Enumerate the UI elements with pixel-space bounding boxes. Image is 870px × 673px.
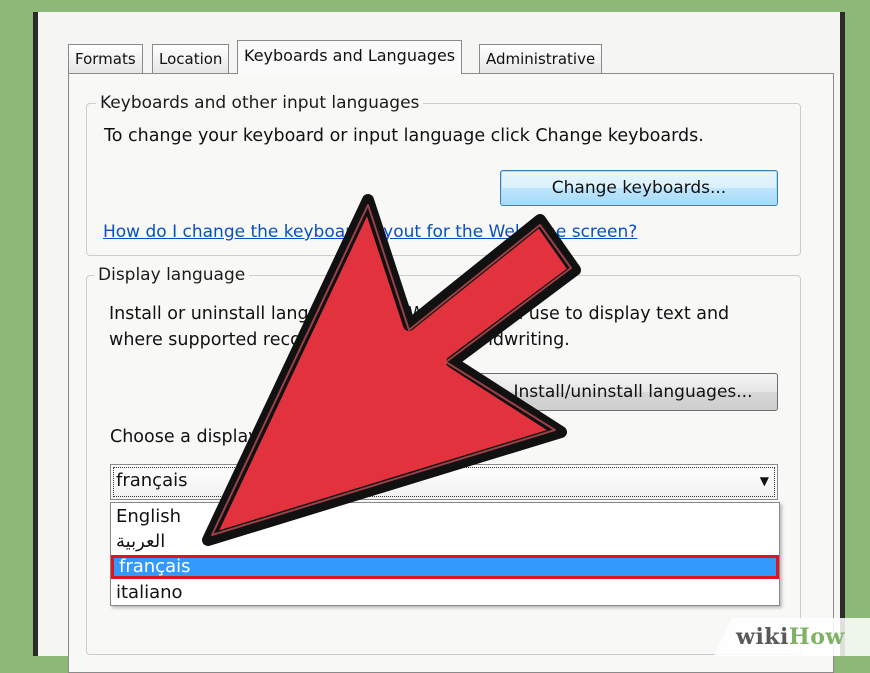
language-install-icon [477,384,493,400]
language-option-francais[interactable]: français [111,555,779,579]
tab-keyboards-and-languages[interactable]: Keyboards and Languages [237,40,463,74]
chevron-down-icon[interactable]: ▼ [760,474,769,488]
language-dropdown-list: English العربية français italiano [110,502,780,606]
combo-focus-rect [113,467,775,497]
display-language-legend: Display language [94,265,250,285]
language-option-italiano[interactable]: italiano [111,581,779,605]
keyboards-description: To change your keyboard or input languag… [104,126,704,146]
language-option-english[interactable]: English [111,505,779,529]
tab-administrative[interactable]: Administrative [479,44,603,73]
display-language-description-2: where supported recognize speech and han… [109,330,570,350]
tab-label: Administrative [486,50,596,68]
selected-language-value: français [116,470,188,491]
wikihow-logo-how: How [788,624,845,650]
tab-label: Location [159,50,223,68]
wikihow-watermark: wikiHow [714,618,870,656]
change-keyboard-help-link[interactable]: How do I change the keyboard layout for … [103,222,637,242]
display-language-description-1: Install or uninstall languages that Wind… [109,304,730,324]
tab-label: Keyboards and Languages [244,46,456,65]
tab-formats[interactable]: Formats [68,44,143,73]
tab-location[interactable]: Location [152,44,230,73]
wikihow-logo: wikiHow [736,624,845,650]
install-uninstall-languages-button[interactable]: Install/uninstall languages... [466,373,778,411]
tab-label: Formats [75,50,136,68]
choose-display-language-label: Choose a display language: [110,427,352,447]
change-keyboards-button[interactable]: Change keyboards... [500,170,778,206]
keyboards-group-legend: Keyboards and other input languages [96,93,424,113]
wikihow-logo-wiki: wiki [736,624,789,650]
install-button-label: Install/uninstall languages... [513,382,753,402]
language-option-arabic[interactable]: العربية [111,530,779,554]
display-language-select[interactable]: français ▼ [110,464,778,500]
